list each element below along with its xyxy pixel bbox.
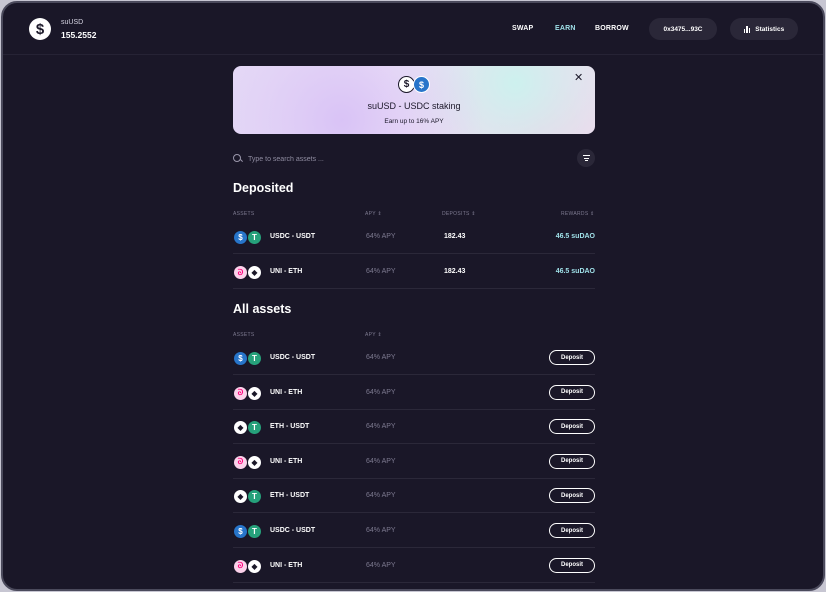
deposit-button[interactable]: Deposit <box>549 523 595 538</box>
deposited-row[interactable]: $ T USDC - USDT 64% APY 182.43 46.5 suDAO <box>233 220 595 254</box>
usdt-icon: T <box>247 351 262 366</box>
token-icon-pair: ᘐ ◆ <box>233 558 263 574</box>
pair-name: UNI - ETH <box>270 457 303 465</box>
statistics-button[interactable]: Statistics <box>730 18 798 40</box>
pair-name: ETH - USDT <box>270 492 310 500</box>
asset-row: ◆ T ETH - USDT 64% APY Deposit <box>233 479 595 514</box>
nav-earn[interactable]: EARN <box>555 25 576 32</box>
bar-chart-icon <box>743 25 751 33</box>
uni-icon: ᘐ <box>233 454 248 470</box>
all-assets-heading: All assets <box>233 302 292 316</box>
usdt-icon: T <box>247 524 262 539</box>
apy-value: 64% APY <box>366 527 396 534</box>
asset-row: ◆ T ETH - USDT 64% APY Deposit <box>233 410 595 445</box>
search-icon <box>233 154 243 164</box>
apy-value: 64% APY <box>366 561 396 569</box>
eth-icon: ◆ <box>247 558 262 574</box>
statistics-label: Statistics <box>755 25 785 33</box>
token-icon-pair: ◆ T <box>233 489 263 505</box>
pair-name: USDC - USDT <box>270 354 316 361</box>
eth-icon: ◆ <box>233 420 248 436</box>
token-icon-pair: ᘐ ◆ <box>233 265 263 280</box>
search-bar <box>233 151 533 167</box>
deposit-button[interactable]: Deposit <box>549 453 595 469</box>
wallet-address-button[interactable]: 0x3475...93C <box>649 18 717 40</box>
uni-icon: ᘐ <box>233 558 248 574</box>
token-icon-pair: ◆ T <box>233 420 263 436</box>
app-window: $ suUSD 155.2552 SWAP EARN BORROW 0x3475… <box>1 1 825 591</box>
pair-name: UNI - ETH <box>270 388 303 396</box>
close-icon[interactable]: ✕ <box>574 71 583 84</box>
deposit-button[interactable]: Deposit <box>549 384 595 400</box>
search-input[interactable] <box>248 155 508 163</box>
deposit-button[interactable]: Deposit <box>549 488 595 504</box>
balance-label: suUSD <box>61 19 84 26</box>
pair-name: UNI - ETH <box>270 561 303 569</box>
apy-value: 64% APY <box>366 233 396 240</box>
top-bar: $ suUSD 155.2552 SWAP EARN BORROW 0x3475… <box>3 3 823 55</box>
deposited-row[interactable]: ᘐ ◆ UNI - ETH 64% APY 182.43 46.5 suDAO <box>233 255 595 289</box>
eth-icon: ◆ <box>247 454 262 470</box>
usdt-icon: T <box>247 420 262 436</box>
staking-banner[interactable]: $ $ suUSD - USDC staking Earn up to 16% … <box>233 66 595 134</box>
token-icon-pair: $ T <box>233 351 263 366</box>
pair-name: UNI - ETH <box>270 268 303 275</box>
pair-name: USDC - USDT <box>270 527 316 534</box>
nav-swap[interactable]: SWAP <box>512 25 533 32</box>
asset-row: ᘐ ◆ UNI - ETH 64% APY Deposit <box>233 376 595 410</box>
token-icon-pair: ᘐ ◆ <box>233 385 263 401</box>
pair-name: USDC - USDT <box>270 233 316 240</box>
usdc-icon: $ <box>233 524 248 539</box>
eth-icon: ◆ <box>247 265 262 280</box>
usdc-icon: $ <box>233 351 248 366</box>
col-apy-sort[interactable]: APY ⇕ <box>365 211 382 217</box>
usdt-icon: T <box>247 230 262 245</box>
usdc-icon: $ <box>233 230 248 245</box>
eth-icon: ◆ <box>247 385 262 401</box>
usdt-icon: T <box>247 489 262 505</box>
asset-row: $ T USDC - USDT 64% APY Deposit <box>233 514 595 548</box>
rewards-amount: 46.5 suDAO <box>555 233 595 240</box>
filter-button[interactable] <box>577 149 595 167</box>
apy-value: 64% APY <box>366 423 396 431</box>
apy-value: 64% APY <box>366 268 396 275</box>
deposit-button[interactable]: Deposit <box>549 419 595 435</box>
asset-row: ᘐ ◆ UNI - ETH 64% APY Deposit <box>233 445 595 479</box>
asset-row: ᘐ ◆ UNI - ETH 64% APY Deposit <box>233 549 595 583</box>
apy-value: 64% APY <box>366 457 396 465</box>
token-icon-pair: ᘐ ◆ <box>233 454 263 470</box>
asset-row: $ T USDC - USDT 64% APY Deposit <box>233 341 595 375</box>
uni-icon: ᘐ <box>233 385 248 401</box>
deposit-amount: 182.43 <box>444 268 466 275</box>
banner-title: suUSD - USDC staking <box>367 101 461 111</box>
apy-value: 64% APY <box>366 354 396 361</box>
col-assets: ASSETS <box>233 332 255 338</box>
balance-value: 155.2552 <box>61 30 97 40</box>
col-apy-sort[interactable]: APY ⇕ <box>365 332 382 338</box>
token-icon-pair: $ T <box>233 230 263 245</box>
col-rewards-sort[interactable]: REWARDS ⇕ <box>561 211 595 217</box>
deposit-button[interactable]: Deposit <box>549 557 595 573</box>
dollar-logo-icon[interactable]: $ <box>29 18 51 40</box>
apy-value: 64% APY <box>366 388 396 396</box>
eth-icon: ◆ <box>233 489 248 505</box>
pair-name: ETH - USDT <box>270 423 310 431</box>
col-assets: ASSETS <box>233 211 255 217</box>
rewards-amount: 46.5 suDAO <box>555 268 595 275</box>
deposit-button[interactable]: Deposit <box>549 350 595 365</box>
uni-icon: ᘐ <box>233 265 248 280</box>
deposit-amount: 182.43 <box>444 233 466 240</box>
col-deposits-sort[interactable]: DEPOSITS ⇕ <box>442 211 476 217</box>
token-icon-pair: $ T <box>233 524 263 539</box>
apy-value: 64% APY <box>366 492 396 500</box>
usdc-coin-icon: $ <box>413 76 430 93</box>
nav-borrow[interactable]: BORROW <box>595 25 629 32</box>
banner-subtitle: Earn up to 16% APY <box>384 118 444 125</box>
deposited-heading: Deposited <box>233 181 294 195</box>
